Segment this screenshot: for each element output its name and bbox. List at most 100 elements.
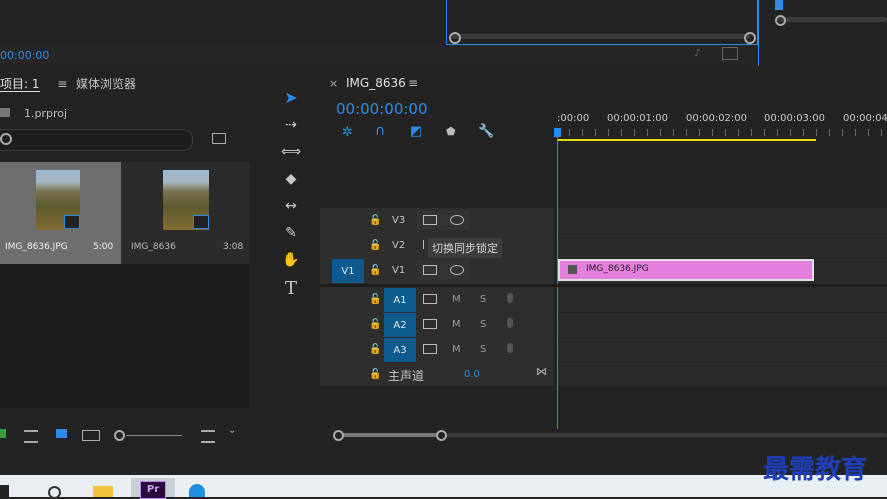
ripple-edit-tool-icon[interactable]: ⟺ bbox=[280, 141, 302, 163]
solo-button[interactable]: S bbox=[480, 319, 486, 330]
close-sequence-icon[interactable]: × bbox=[329, 77, 338, 90]
master-track-label: 主声道 bbox=[388, 369, 425, 383]
chevron-down-icon[interactable]: ⌄ bbox=[228, 425, 236, 436]
program-scroll-track[interactable] bbox=[452, 34, 750, 39]
lock-icon[interactable]: 🔓 bbox=[369, 369, 381, 380]
track-select-tool-icon[interactable]: ⇢ bbox=[280, 114, 302, 136]
track-target-a3[interactable]: A3 bbox=[384, 338, 416, 362]
voiceover-mic-icon[interactable] bbox=[507, 318, 513, 328]
selection-tool-icon[interactable]: ➤ bbox=[280, 86, 302, 108]
voiceover-mic-icon[interactable] bbox=[507, 293, 513, 303]
settings-wrench-icon[interactable]: 🔧 bbox=[478, 124, 494, 139]
mute-button[interactable]: M bbox=[452, 319, 461, 330]
track-divider bbox=[558, 337, 887, 338]
right-marker-icon[interactable] bbox=[775, 0, 783, 10]
pen-tool-icon[interactable]: ✎ bbox=[280, 222, 302, 244]
search-input[interactable] bbox=[0, 129, 193, 151]
item-duration: 3:08 bbox=[223, 242, 244, 252]
scroll-handle-left[interactable] bbox=[333, 430, 344, 441]
new-bin-icon[interactable] bbox=[212, 133, 226, 144]
track-label-v2: V2 bbox=[392, 240, 406, 251]
source-timecode[interactable]: 00:00:00 bbox=[0, 49, 49, 62]
sort-icon[interactable] bbox=[201, 430, 215, 443]
search-icon[interactable] bbox=[48, 486, 61, 499]
sync-lock-icon[interactable] bbox=[423, 215, 437, 225]
sequence-tab-title[interactable]: IMG_8636 bbox=[346, 76, 406, 90]
clip-name: IMG_8636.JPG bbox=[586, 264, 649, 274]
icon-view-icon[interactable] bbox=[56, 429, 67, 438]
file-explorer-icon[interactable] bbox=[93, 486, 113, 497]
hand-tool-icon[interactable]: ✋ bbox=[280, 249, 302, 271]
share-icon[interactable] bbox=[722, 47, 738, 60]
project-footer: ⌄ bbox=[0, 425, 263, 445]
go-to-edit-icon[interactable]: ⋈ bbox=[536, 365, 547, 378]
slip-tool-icon[interactable]: ↔ bbox=[280, 195, 302, 217]
solo-button[interactable]: S bbox=[480, 294, 486, 305]
project-item-2[interactable]: IMG_8636 3:08 bbox=[121, 162, 250, 264]
sequence-badge-icon bbox=[193, 215, 209, 229]
lock-icon[interactable]: 🔓 bbox=[369, 319, 381, 330]
source-patch-v1[interactable]: V1 bbox=[332, 259, 364, 283]
sync-lock-icon[interactable] bbox=[423, 240, 424, 249]
av-divider bbox=[320, 284, 887, 287]
lock-icon[interactable]: 🔓 bbox=[369, 344, 381, 355]
scroll-handle-right[interactable] bbox=[436, 430, 447, 441]
sequence-tab-menu[interactable]: ≡ bbox=[408, 76, 418, 90]
razor-tool-icon[interactable]: ◆ bbox=[280, 168, 302, 190]
solo-button[interactable]: S bbox=[480, 344, 486, 355]
eye-icon[interactable] bbox=[450, 215, 464, 225]
lock-icon[interactable]: 🔓 bbox=[369, 265, 381, 276]
track-divider bbox=[558, 233, 887, 234]
lock-icon[interactable]: 🔓 bbox=[369, 294, 381, 305]
ruler-label: 00:00:03:00 bbox=[764, 113, 826, 124]
tab-media-browser[interactable]: 媒体浏览器 bbox=[76, 75, 136, 92]
zoom-slider-track[interactable] bbox=[126, 435, 182, 436]
zoom-slider-handle[interactable] bbox=[114, 430, 125, 441]
lock-icon[interactable]: 🔓 bbox=[369, 240, 381, 251]
sync-lock-icon[interactable] bbox=[423, 294, 437, 304]
list-view-icon[interactable] bbox=[24, 430, 38, 443]
lock-icon[interactable]: 🔓 bbox=[369, 215, 381, 226]
voiceover-mic-icon[interactable] bbox=[507, 343, 513, 353]
sync-lock-icon[interactable] bbox=[423, 344, 437, 354]
right-scroll-track[interactable] bbox=[778, 17, 887, 22]
premiere-logo-icon: Pr bbox=[140, 481, 166, 499]
type-tool-icon[interactable]: T bbox=[280, 277, 302, 299]
tab-project[interactable]: 项目: 1 ≡ bbox=[0, 75, 67, 92]
edge-browser-icon[interactable] bbox=[189, 484, 205, 497]
timeline-scroll-thumb[interactable] bbox=[338, 433, 442, 437]
mute-button[interactable]: M bbox=[452, 294, 461, 305]
linked-selection-icon[interactable]: ◩ bbox=[410, 124, 422, 139]
track-label-v3: V3 bbox=[392, 215, 406, 226]
nest-toggle-icon[interactable]: ✲ bbox=[342, 125, 353, 140]
sequence-timecode[interactable]: 00:00:00:00 bbox=[336, 100, 428, 118]
premiere-pro-icon[interactable]: Pr bbox=[131, 478, 175, 499]
ruler-label: 00:00:01:00 bbox=[607, 113, 669, 124]
right-scroll-handle[interactable] bbox=[775, 15, 786, 26]
search-icon bbox=[0, 133, 12, 145]
sync-lock-icon[interactable] bbox=[423, 265, 437, 275]
snap-icon[interactable]: ∩ bbox=[375, 123, 385, 139]
sync-lock-icon[interactable] bbox=[423, 319, 437, 329]
track-divider bbox=[558, 312, 887, 313]
work-area-bar[interactable] bbox=[557, 139, 816, 141]
eye-icon[interactable] bbox=[450, 265, 464, 275]
mute-button[interactable]: M bbox=[452, 344, 461, 355]
scroll-handle-left[interactable] bbox=[449, 32, 461, 44]
source-monitor-bottom bbox=[0, 44, 760, 66]
lock-icon[interactable] bbox=[0, 429, 6, 438]
source-monitor-panel bbox=[0, 0, 445, 44]
master-volume-value[interactable]: 0.0 bbox=[464, 369, 480, 380]
watermark-text: 最需教育 bbox=[763, 455, 868, 485]
start-icon[interactable] bbox=[0, 485, 9, 497]
add-marker-icon[interactable]: ⬟ bbox=[446, 125, 456, 138]
track-target-a1[interactable]: A1 bbox=[384, 288, 416, 312]
export-frame-icon[interactable]: ♪ bbox=[694, 48, 708, 59]
tab-menu-icon[interactable]: ≡ bbox=[57, 77, 67, 91]
freeform-view-icon[interactable] bbox=[82, 430, 100, 441]
scroll-handle-right[interactable] bbox=[744, 32, 756, 44]
track-divider bbox=[558, 362, 887, 363]
project-item-1[interactable]: IMG_8636.JPG 5:00 bbox=[0, 162, 121, 264]
track-target-a2[interactable]: A2 bbox=[384, 313, 416, 337]
timeline-clip[interactable]: IMG_8636.JPG bbox=[558, 259, 814, 281]
